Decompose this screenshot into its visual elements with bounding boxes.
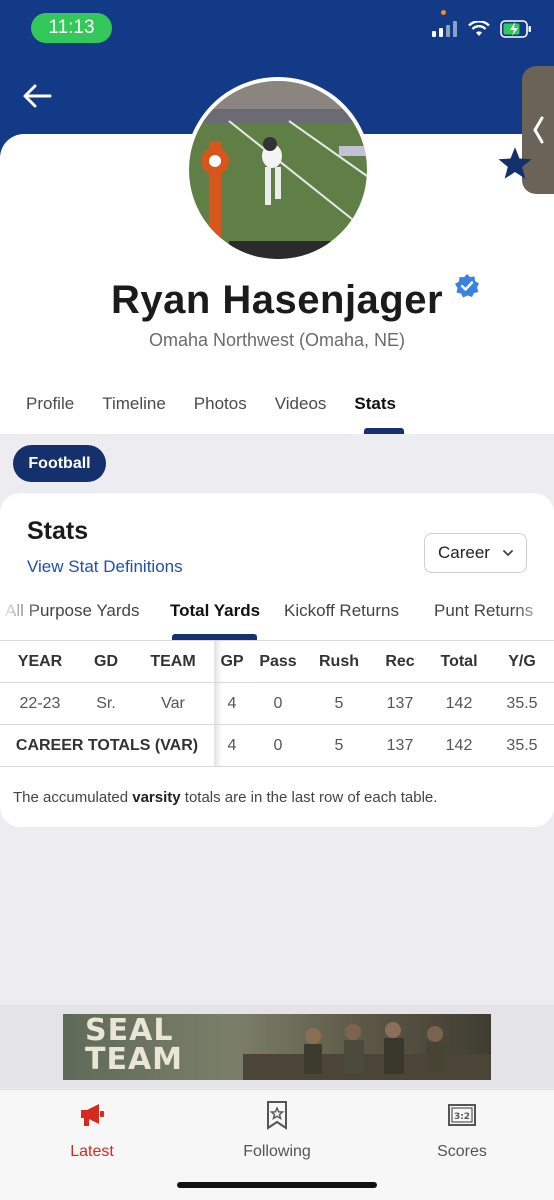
column-header: YEAR	[0, 640, 80, 683]
follow-star-icon[interactable]	[497, 145, 533, 181]
column-header: Pass	[250, 640, 306, 683]
career-totals-label: CAREER TOTALS (VAR)	[0, 724, 214, 767]
scroll-fade-right	[514, 601, 554, 631]
nav-following[interactable]: Following	[207, 1100, 347, 1161]
table-cell: 35.5	[490, 682, 554, 725]
table-cell: 4	[214, 724, 250, 767]
view-stat-definitions-link[interactable]: View Stat Definitions	[27, 557, 183, 577]
stat-category-tabs: All Purpose Yards Total Yards Kickoff Re…	[0, 601, 554, 641]
tab-videos[interactable]: Videos	[275, 394, 327, 414]
column-header: Total	[428, 640, 490, 683]
column-header: GP	[214, 640, 250, 683]
table-cell: Var	[132, 682, 214, 725]
verified-badge-icon	[455, 274, 479, 298]
status-bar: 11:13	[0, 0, 554, 56]
player-school: Omaha Northwest (Omaha, NE)	[148, 330, 406, 350]
ad-title: SEAL TEAM	[85, 1014, 184, 1077]
megaphone-icon	[81, 1104, 104, 1126]
table-cell: 142	[428, 682, 490, 725]
table-cell: 137	[372, 682, 428, 725]
scoreboard-icon: 3:2	[448, 1104, 476, 1126]
table-cell: 35.5	[490, 724, 554, 767]
column-header: Rec	[372, 640, 428, 683]
table-cell: 0	[250, 724, 306, 767]
column-header: Rush	[306, 640, 372, 683]
stats-card: Stats View Stat Definitions Career All P…	[0, 493, 554, 827]
subtab-total-yards[interactable]: Total Yards	[170, 601, 260, 621]
sport-filter-chip[interactable]: Football	[13, 445, 106, 482]
player-avatar[interactable]	[185, 77, 371, 263]
back-arrow-icon[interactable]	[20, 78, 56, 114]
cellular-signal-icon	[432, 21, 457, 37]
tab-photos[interactable]: Photos	[194, 394, 247, 414]
table-cell: Sr.	[80, 682, 132, 725]
table-cell: 22-23	[0, 682, 80, 725]
table-header-row: YEAR GD TEAM GP Pass Rush Rec Total Y/G	[0, 640, 554, 683]
subtab-kickoff-returns[interactable]: Kickoff Returns	[284, 601, 399, 621]
tab-stats[interactable]: Stats	[354, 394, 396, 414]
table-cell: 142	[428, 724, 490, 767]
chevron-down-icon	[503, 550, 513, 557]
active-tab-indicator	[364, 428, 404, 434]
stats-title: Stats	[27, 517, 89, 545]
period-dropdown-value: Career	[438, 543, 490, 562]
column-header: GD	[80, 640, 132, 683]
column-header: Y/G	[490, 640, 554, 683]
table-cell: 5	[306, 724, 372, 767]
profile-tabs: Profile Timeline Photos Videos Stats	[26, 394, 424, 414]
table-row: 22-23 Sr. Var 4 0 5 137 142 35.5	[0, 682, 554, 725]
tab-timeline[interactable]: Timeline	[102, 394, 166, 414]
privacy-indicator-dot	[441, 10, 446, 15]
bookmark-star-icon	[267, 1101, 287, 1130]
player-photo	[189, 81, 369, 261]
battery-charging-icon	[500, 20, 531, 38]
nav-latest[interactable]: Latest	[22, 1100, 162, 1161]
varsity-totals-note: The accumulated varsity totals are in th…	[13, 789, 438, 806]
tab-profile[interactable]: Profile	[26, 394, 74, 414]
table-cell: 4	[214, 682, 250, 725]
wifi-icon	[468, 21, 490, 36]
table-cell: 0	[250, 682, 306, 725]
period-dropdown[interactable]: Career	[424, 533, 527, 573]
scroll-fade-left	[0, 601, 40, 631]
ad-banner[interactable]: SEAL TEAM	[63, 1014, 491, 1080]
column-header: TEAM	[132, 640, 214, 683]
table-cell: 137	[372, 724, 428, 767]
stats-table: YEAR GD TEAM GP Pass Rush Rec Total Y/G …	[0, 640, 554, 767]
status-time: 11:13	[31, 13, 112, 43]
nav-scores[interactable]: 3:2 Scores	[392, 1100, 532, 1161]
table-cell: 5	[306, 682, 372, 725]
career-totals-row: CAREER TOTALS (VAR) 4 0 5 137 142 35.5	[0, 724, 554, 767]
svg-text:3:2: 3:2	[454, 1112, 470, 1122]
home-indicator[interactable]	[177, 1182, 377, 1188]
